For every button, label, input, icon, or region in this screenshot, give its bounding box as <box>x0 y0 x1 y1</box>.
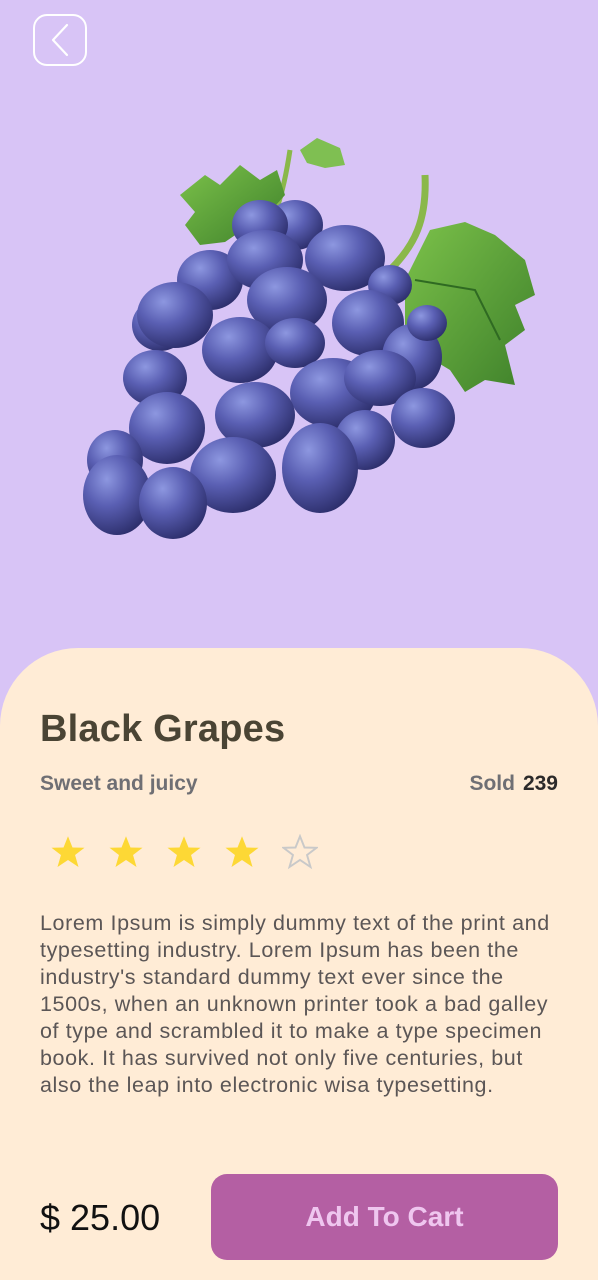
chevron-left-icon <box>51 23 69 57</box>
sold-label: Sold <box>469 772 515 795</box>
add-to-cart-button[interactable]: Add To Cart <box>211 1174 558 1260</box>
star-filled-icon <box>51 836 85 867</box>
sold-value: 239 <box>522 772 558 795</box>
product-price: $ 25.00 <box>40 1197 161 1238</box>
star-filled-icon <box>109 836 143 867</box>
grapes-image <box>83 138 535 539</box>
star-filled-icon <box>225 836 259 867</box>
product-subtitle: Sweet and juicy <box>40 772 198 795</box>
product-description: Lorem Ipsum is simply dummy text of the … <box>40 911 550 1097</box>
product-detail-screen: Black Grapes Sweet and juicy Sold 239 Lor… <box>0 0 598 1280</box>
star-filled-icon <box>167 836 201 867</box>
star-outline-icon <box>282 834 318 870</box>
rating-stars <box>50 834 318 870</box>
sold-count: Sold 239 <box>469 772 558 796</box>
back-button[interactable] <box>33 14 87 66</box>
product-title: Black Grapes <box>40 708 286 750</box>
